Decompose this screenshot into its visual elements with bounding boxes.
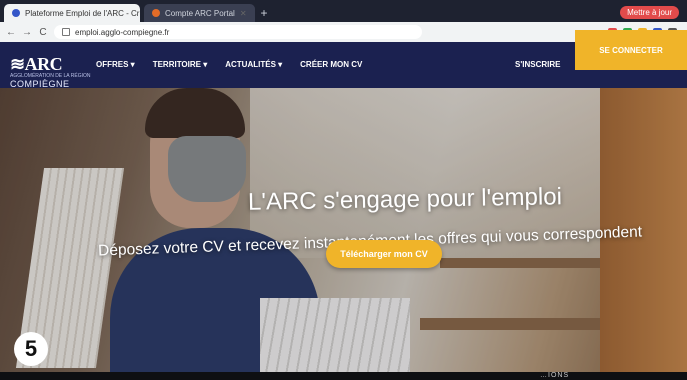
url-text: emploi.agglo-compiegne.fr xyxy=(75,27,170,37)
browser-tab-inactive[interactable]: Compte ARC Portal ✕ xyxy=(144,4,255,22)
browser-tab-active[interactable]: Plateforme Emploi de l'ARC - Cr ✕ xyxy=(4,4,140,22)
menu-creer-cv[interactable]: CRÉER MON CV xyxy=(300,60,362,69)
menu-actualites[interactable]: ACTUALITÉS ▾ xyxy=(225,60,282,69)
site-favicon-icon xyxy=(152,9,160,17)
main-menu: OFFRES ▾ TERRITOIRE ▾ ACTUALITÉS ▾ CRÉER… xyxy=(96,60,362,69)
logo-mark: ≋ARC xyxy=(10,54,63,74)
tab-label: Compte ARC Portal xyxy=(165,8,235,18)
menu-offres[interactable]: OFFRES ▾ xyxy=(96,60,135,69)
browser-tab-bar: Plateforme Emploi de l'ARC - Cr ✕ Compte… xyxy=(0,0,687,22)
upload-cv-button[interactable]: Télécharger mon CV xyxy=(326,240,442,268)
forward-icon[interactable]: → xyxy=(22,27,32,38)
monitor-screen: Plateforme Emploi de l'ARC - Cr ✕ Compte… xyxy=(0,0,687,372)
step-number-badge: 5 xyxy=(14,332,48,366)
hero-banner: L'ARC s'engage pour l'emploi Déposez vot… xyxy=(0,88,687,372)
close-icon[interactable]: ✕ xyxy=(240,9,247,18)
login-button[interactable]: SE CONNECTER xyxy=(575,30,687,70)
menu-territoire[interactable]: TERRITOIRE ▾ xyxy=(153,60,208,69)
lock-icon xyxy=(62,28,70,36)
signup-link[interactable]: S'INSCRIRE xyxy=(515,60,560,69)
url-input[interactable]: emploi.agglo-compiegne.fr xyxy=(54,25,422,39)
bottom-caption: …IONS xyxy=(540,372,570,379)
update-badge[interactable]: Mettre à jour xyxy=(620,6,679,19)
back-icon[interactable]: ← xyxy=(6,27,16,38)
site-navbar: ≋ARC AGGLOMÉRATION DE LA RÉGION COMPIÈGN… xyxy=(0,30,687,89)
hero-title: L'ARC s'engage pour l'emploi xyxy=(247,183,563,216)
reload-icon[interactable]: C xyxy=(38,27,48,38)
new-tab-icon[interactable]: + xyxy=(261,6,268,20)
tab-label: Plateforme Emploi de l'ARC - Cr xyxy=(25,8,140,18)
arc-logo[interactable]: ≋ARC AGGLOMÉRATION DE LA RÉGION COMPIÈGN… xyxy=(10,54,90,89)
site-favicon-icon xyxy=(12,9,20,17)
